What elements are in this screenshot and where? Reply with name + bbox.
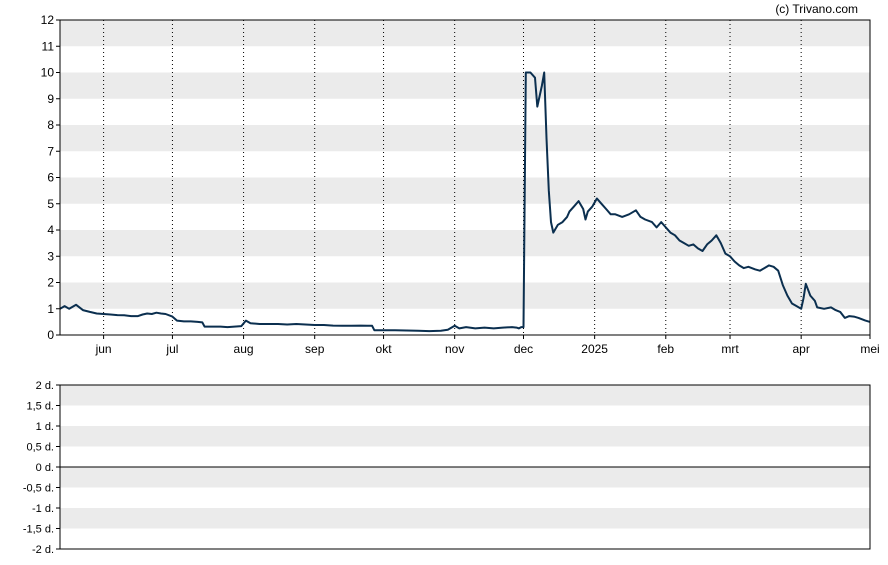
y-tick-label: 1 d. [36, 421, 54, 433]
y-tick-label: 11 [42, 39, 55, 53]
grid-band [60, 125, 870, 152]
x-tick-label: mrt [721, 342, 739, 356]
grid-band [60, 177, 870, 204]
grid-band [60, 72, 870, 99]
grid-band [60, 230, 870, 257]
y-tick-label: 6 [47, 171, 54, 185]
y-tick-label: -2 d. [32, 544, 54, 556]
y-tick-label: 0,5 d. [26, 442, 54, 454]
main-y-axis: 0123456789101112 [41, 13, 60, 342]
grid-band [60, 508, 870, 529]
x-tick-label: okt [376, 342, 393, 356]
grid-band [60, 385, 870, 406]
y-tick-label: 3 [47, 249, 54, 263]
grid-band [60, 282, 870, 309]
x-tick-label: dec [514, 342, 533, 356]
grid-band [60, 426, 870, 447]
x-tick-label: feb [657, 342, 674, 356]
y-tick-label: 4 [47, 223, 54, 237]
y-tick-label: 2 d. [36, 380, 54, 392]
y-tick-label: -1,5 d. [23, 524, 54, 536]
y-tick-label: -0,5 d. [23, 483, 54, 495]
indicator-y-axis: -2 d. -1,5 d. -1 d. -0,5 d. 0 d. 0,5 d. 1 d. 1,… [23, 380, 60, 556]
y-tick-label: 0 [47, 328, 54, 342]
y-tick-label: 2 [47, 276, 54, 290]
x-tick-label: sep [305, 342, 325, 356]
x-tick-label: mei [860, 342, 879, 356]
y-tick-label: 7 [47, 144, 54, 158]
x-tick-label: aug [234, 342, 254, 356]
grid-band [60, 467, 870, 488]
y-tick-label: 0 d. [36, 462, 54, 474]
y-tick-label: -1 d. [32, 503, 54, 515]
main-x-axis: jun jul aug sep okt nov dec 2025 feb mrt apr mei [95, 335, 880, 356]
main-grid-bands [60, 20, 870, 309]
x-tick-label: apr [792, 342, 809, 356]
y-tick-label: 10 [41, 66, 55, 80]
y-tick-label: 12 [41, 13, 55, 27]
copyright-label: (c) Trivano.com [775, 2, 858, 16]
x-tick-label: jul [165, 342, 178, 356]
grid-band [60, 20, 870, 47]
x-tick-label: 2025 [581, 342, 608, 356]
y-tick-label: 1 [47, 302, 54, 316]
indicator-chart: -2 d. -1,5 d. -1 d. -0,5 d. 0 d. 0,5 d. 1 d. 1,… [23, 380, 871, 556]
y-tick-label: 5 [47, 197, 54, 211]
y-tick-label: 9 [47, 92, 54, 106]
y-tick-label: 8 [47, 118, 54, 132]
y-tick-label: 1,5 d. [26, 401, 54, 413]
indicator-grid-bands [60, 385, 870, 529]
chart-canvas: 0123456789101112 jun jul aug sep okt nov dec 20… [23, 2, 880, 556]
x-tick-label: jun [95, 342, 112, 356]
x-tick-label: nov [445, 342, 464, 356]
price-chart: 0123456789101112 jun jul aug sep okt nov dec 20… [41, 13, 880, 356]
